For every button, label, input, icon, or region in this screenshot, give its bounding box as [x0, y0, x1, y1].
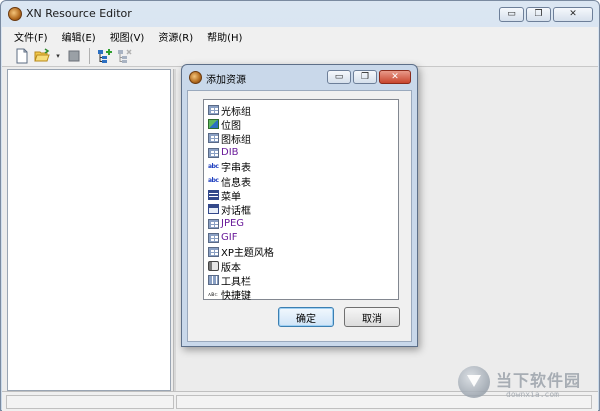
add-resource-button[interactable] [97, 48, 113, 64]
open-button[interactable] [34, 47, 50, 64]
watermark: 当下软件园 downxia.com [458, 364, 598, 408]
version-icon [208, 261, 219, 272]
maximize-button[interactable]: ❐ [526, 7, 551, 22]
list-item[interactable]: 位图 [208, 117, 398, 132]
list-item-label: JPEG [221, 218, 245, 230]
list-item[interactable]: abc 信息表 [208, 174, 398, 189]
menu-icon [208, 190, 219, 201]
maximize-icon: ❐ [534, 9, 543, 19]
list-item[interactable]: 菜单 [208, 188, 398, 203]
list-item-label: 对话框 [221, 205, 251, 217]
list-item-label: 版本 [221, 262, 241, 274]
minimize-icon: ▭ [507, 9, 516, 19]
list-item[interactable]: abc 字串表 [208, 160, 398, 175]
list-item-label: 工具栏 [221, 276, 251, 288]
caption-buttons: ▭ ❐ ✕ [499, 7, 593, 22]
maximize-icon: ❐ [360, 71, 370, 82]
list-item-label: 图标组 [221, 134, 251, 146]
title-bar[interactable]: XN Resource Editor ▭ ❐ ✕ [1, 1, 599, 27]
menu-help[interactable]: 帮助(H) [205, 29, 244, 44]
resource-type-list[interactable]: 光标组 位图 图标组 DIB abc 字串表 abc 信息表 菜单 对话框 JP… [203, 99, 399, 303]
list-item[interactable]: GIF [208, 231, 398, 245]
menu-view[interactable]: 视图(V) [108, 29, 147, 44]
dialog-body: 光标组 位图 图标组 DIB abc 字串表 abc 信息表 菜单 对话框 JP… [187, 90, 412, 342]
new-file-icon [16, 48, 28, 63]
toolbar-separator [89, 47, 90, 64]
list-item[interactable]: ᴀʙᴄ 快捷键 [208, 287, 398, 303]
list-item-label: 光标组 [221, 106, 251, 118]
dialog-title: 添加资源 [206, 75, 246, 86]
list-item-label: DIB [221, 147, 239, 159]
dialog-close-button[interactable]: ✕ [379, 70, 411, 84]
menu-resource[interactable]: 资源(R) [156, 29, 195, 44]
list-item-label: GIF [221, 232, 238, 244]
window-title: XN Resource Editor [26, 7, 132, 20]
close-icon: ✕ [569, 9, 577, 19]
menu-edit[interactable]: 编辑(E) [60, 29, 98, 44]
stop-button[interactable] [66, 48, 82, 64]
bitmap-icon [208, 119, 219, 130]
accelerator-icon: ᴀʙᴄ [208, 290, 218, 298]
list-item[interactable]: JPEG [208, 217, 398, 231]
ok-button[interactable]: 确定 [278, 307, 334, 327]
message-table-icon: abc [208, 177, 219, 185]
cancel-button[interactable]: 取消 [344, 307, 400, 327]
app-icon [8, 7, 22, 21]
list-item-label: 字串表 [221, 163, 251, 175]
new-file-button[interactable] [14, 48, 30, 64]
add-resource-icon [98, 48, 112, 63]
watermark-url: downxia.com [506, 390, 559, 399]
list-item-label: 信息表 [221, 177, 251, 189]
dialog-app-icon [189, 71, 202, 84]
list-item-label: 位图 [221, 120, 241, 132]
open-folder-icon [34, 47, 50, 61]
watermark-cn: 当下软件园 [496, 371, 582, 390]
toolbar-icon [208, 275, 219, 286]
resource-tree-panel[interactable] [7, 69, 171, 391]
list-item[interactable]: 工具栏 [208, 273, 398, 288]
dib-icon [208, 147, 219, 158]
minimize-icon: ▭ [334, 71, 344, 82]
list-item[interactable]: XP主题风格 [208, 245, 398, 259]
xp-theme-icon [208, 246, 219, 257]
list-item-label: 菜单 [221, 191, 241, 203]
list-item-label: 快捷键 [221, 291, 251, 303]
string-table-icon: abc [208, 162, 219, 170]
gif-icon [208, 232, 219, 243]
list-item-label: XP主题风格 [221, 248, 274, 260]
dialog-caption-buttons: ▭ ❐ ✕ [327, 70, 411, 84]
icon-group-icon [208, 133, 219, 144]
status-cell-1 [6, 395, 174, 409]
list-item[interactable]: 光标组 [208, 103, 398, 118]
list-item[interactable]: 图标组 [208, 131, 398, 146]
add-resource-dialog: 添加资源 ▭ ❐ ✕ 光标组 位图 图标组 DIB abc 字串表 abc 信息… [181, 64, 418, 347]
remove-resource-icon [118, 48, 132, 63]
list-item[interactable]: DIB [208, 146, 398, 160]
minimize-button[interactable]: ▭ [499, 7, 524, 22]
menu-bar: 文件(F) 编辑(E) 视图(V) 资源(R) 帮助(H) [2, 27, 598, 45]
download-icon [458, 366, 490, 398]
dropdown-caret-icon[interactable]: ▾ [54, 52, 62, 60]
stop-icon [68, 50, 80, 61]
list-item[interactable]: 对话框 [208, 202, 398, 217]
close-button[interactable]: ✕ [553, 7, 593, 22]
dialog-maximize-button[interactable]: ❐ [353, 70, 377, 84]
menu-file[interactable]: 文件(F) [12, 29, 50, 44]
remove-resource-button[interactable] [117, 48, 133, 64]
close-icon: ✕ [391, 71, 399, 82]
cursor-group-icon [208, 105, 219, 116]
jpeg-icon [208, 218, 219, 229]
dialog-title-bar[interactable]: 添加资源 ▭ ❐ ✕ [182, 65, 417, 89]
list-item[interactable]: 版本 [208, 259, 398, 274]
dialog-minimize-button[interactable]: ▭ [327, 70, 351, 84]
dialog-icon [208, 204, 219, 215]
